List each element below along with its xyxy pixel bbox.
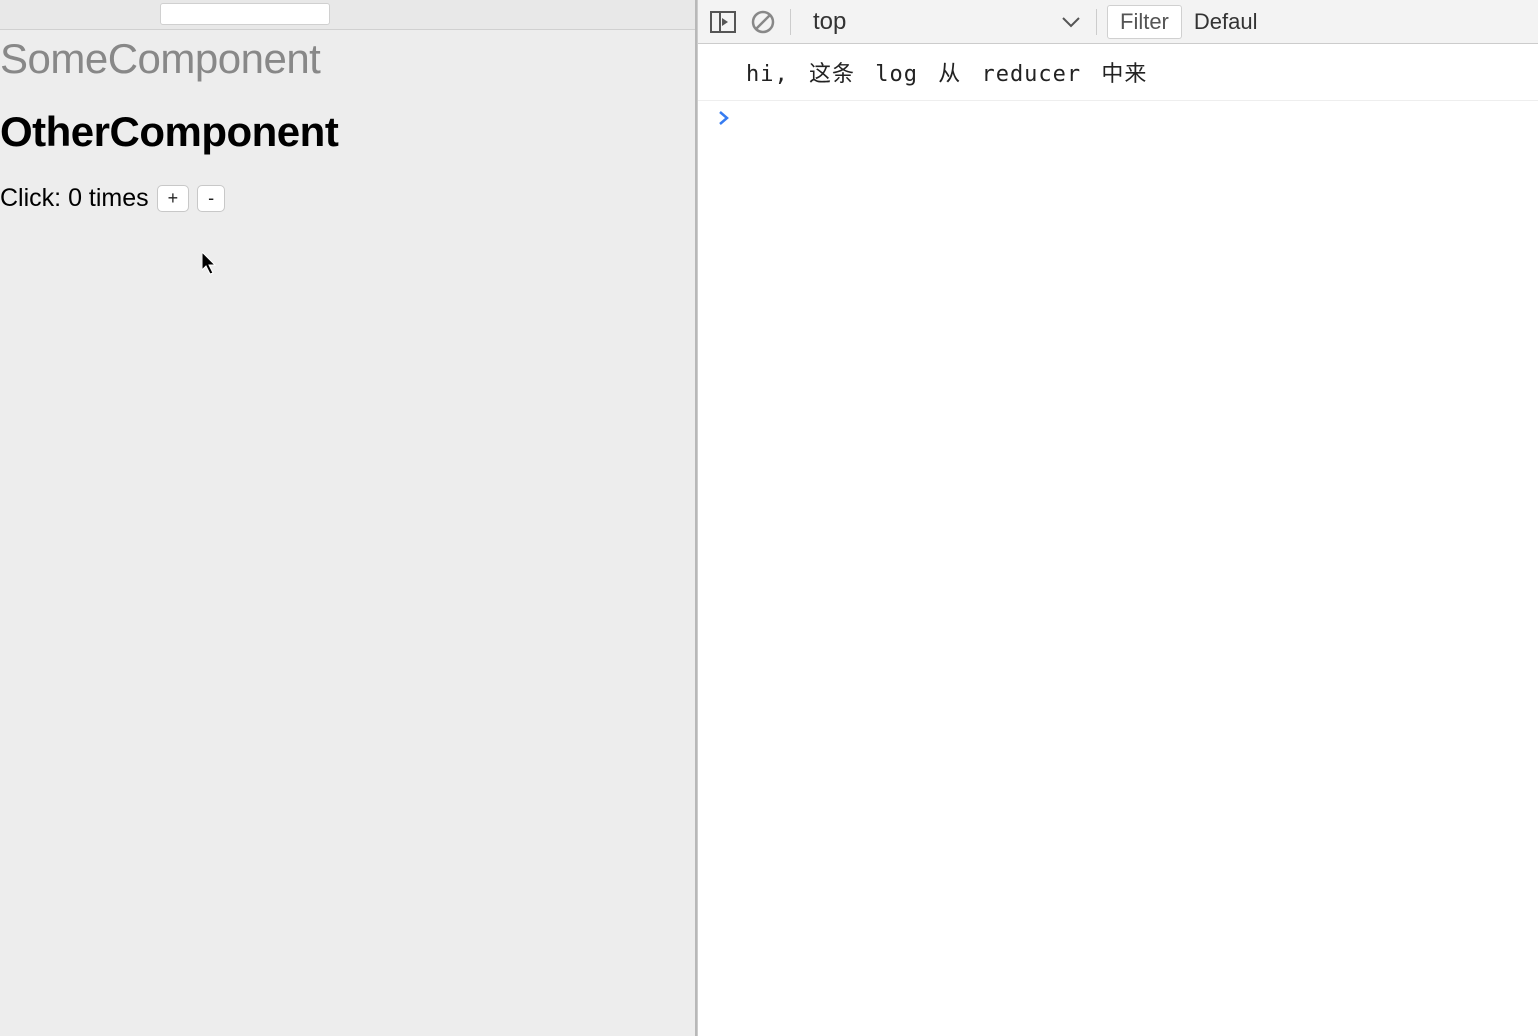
browser-viewport: SomeComponent OtherComponent Click: 0 ti… bbox=[0, 0, 697, 1036]
click-label-prefix: Click: bbox=[0, 184, 68, 212]
decrement-button[interactable]: - bbox=[197, 185, 225, 213]
some-component-heading: SomeComponent bbox=[0, 30, 695, 83]
click-label-suffix: times bbox=[82, 184, 149, 212]
browser-top-bar bbox=[0, 0, 695, 30]
console-output: hi, 这条 log 从 reducer 中来 bbox=[698, 44, 1538, 1036]
click-label: Click: 0 times bbox=[0, 184, 149, 213]
execution-context-select[interactable]: top bbox=[801, 8, 1086, 36]
address-bar[interactable] bbox=[160, 3, 330, 25]
prompt-chevron-icon bbox=[718, 109, 730, 131]
devtools-panel: top Filter Defaul hi, 这条 log 从 reducer 中… bbox=[697, 0, 1538, 1036]
other-component-heading: OtherComponent bbox=[0, 83, 695, 156]
mouse-cursor-icon bbox=[202, 252, 220, 276]
chevron-down-icon bbox=[1062, 8, 1080, 36]
click-count-value: 0 bbox=[68, 184, 82, 212]
console-filter-button[interactable]: Filter bbox=[1107, 5, 1182, 39]
console-log-entry[interactable]: hi, 这条 log 从 reducer 中来 bbox=[698, 44, 1538, 101]
toggle-drawer-icon bbox=[710, 11, 736, 33]
clear-console-button[interactable] bbox=[746, 5, 780, 39]
toolbar-divider bbox=[1096, 9, 1097, 35]
increment-button[interactable]: + bbox=[157, 185, 190, 213]
console-input-prompt[interactable] bbox=[698, 101, 1538, 132]
execution-context-label: top bbox=[807, 8, 846, 36]
toolbar-divider bbox=[790, 9, 791, 35]
page-content: SomeComponent OtherComponent Click: 0 ti… bbox=[0, 30, 695, 213]
clear-console-icon bbox=[750, 9, 776, 35]
log-level-label[interactable]: Defaul bbox=[1188, 9, 1258, 35]
counter-row: Click: 0 times + - bbox=[0, 156, 695, 213]
toggle-console-drawer-button[interactable] bbox=[706, 5, 740, 39]
devtools-console-toolbar: top Filter Defaul bbox=[698, 0, 1538, 44]
